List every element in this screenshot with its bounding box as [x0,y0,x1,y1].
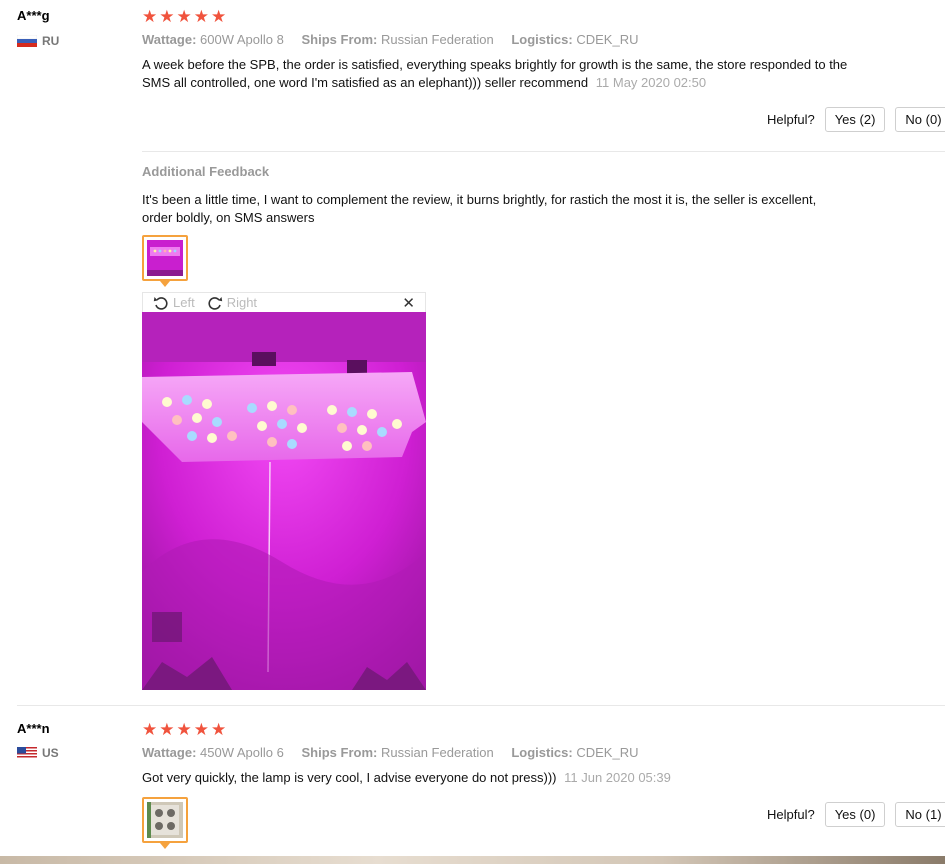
star-icon: ★ [211,7,227,26]
rotate-left-button[interactable]: Left [153,295,195,311]
page-bottom-edge [0,856,945,864]
star-icon: ★ [159,7,175,26]
attribute-logistics: Logistics: CDEK_RU [511,745,639,760]
helpful-vote: Helpful? Yes (0) No (1) [767,802,945,827]
helpful-label: Helpful? [767,807,815,822]
helpful-vote: Helpful? Yes (2) No (0) [767,107,945,132]
reviewer-country: RU [17,34,59,48]
attribute-logistics: Logistics: CDEK_RU [511,32,639,47]
review-text: Got very quickly, the lamp is very cool,… [142,770,671,785]
star-icon: ★ [142,7,158,26]
product-attributes: Wattage: 450W Apollo 6 Ships From: Russi… [142,745,652,760]
star-icon: ★ [142,720,158,739]
russia-flag-icon [17,35,37,47]
thumbnail-pointer [160,281,170,287]
country-code: RU [42,34,60,48]
us-flag-icon [17,747,37,759]
helpful-yes-button[interactable]: Yes (0) [824,802,886,827]
attribute-ships-from: Ships From: Russian Federation [301,32,494,47]
helpful-label: Helpful? [767,112,815,127]
reviewer-name: A***n [17,721,50,736]
attribute-wattage: Wattage: 600W Apollo 8 [142,32,284,47]
additional-feedback-title: Additional Feedback [142,164,270,179]
star-icon: ★ [159,720,175,739]
reviewer-name: A***g [17,8,50,23]
thumbnail-pointer [160,843,170,849]
review-photo-thumbnail[interactable] [142,797,188,849]
star-icon: ★ [176,720,192,739]
review-date: 11 Jun 2020 05:39 [564,770,671,785]
attribute-wattage: Wattage: 450W Apollo 6 [142,745,284,760]
attribute-ships-from: Ships From: Russian Federation [301,745,494,760]
rotate-left-icon [153,296,168,310]
divider [142,151,945,152]
star-icon: ★ [193,720,209,739]
lamp-photo-thumbnail [147,802,183,838]
helpful-no-button[interactable]: No (0) [895,107,945,132]
star-rating: ★ ★ ★ ★ ★ [142,8,226,25]
rotate-right-icon [208,296,222,310]
grow-light-photo-thumbnail [147,240,183,276]
star-rating: ★ ★ ★ ★ ★ [142,721,226,738]
review-photo-thumbnail[interactable] [142,235,188,287]
close-icon[interactable]: ✕ [402,294,415,312]
reviewer-country: US [17,746,59,760]
country-code: US [42,746,59,760]
image-viewer-toolbar: Left Right ✕ [142,292,426,312]
helpful-no-button[interactable]: No (1) [895,802,945,827]
star-icon: ★ [193,7,209,26]
rotate-right-button[interactable]: Right [207,295,257,311]
divider [17,705,945,706]
helpful-yes-button[interactable]: Yes (2) [824,107,886,132]
review-date: 11 May 2020 02:50 [595,75,707,90]
review-text: A week before the SPB, the order is sati… [142,57,848,90]
additional-feedback-text: It's been a little time, I want to compl… [142,192,817,225]
star-icon: ★ [211,720,227,739]
star-icon: ★ [176,7,192,26]
product-attributes: Wattage: 600W Apollo 8 Ships From: Russi… [142,32,652,47]
grow-light-photo [142,312,426,690]
review-photo-large [142,312,426,690]
